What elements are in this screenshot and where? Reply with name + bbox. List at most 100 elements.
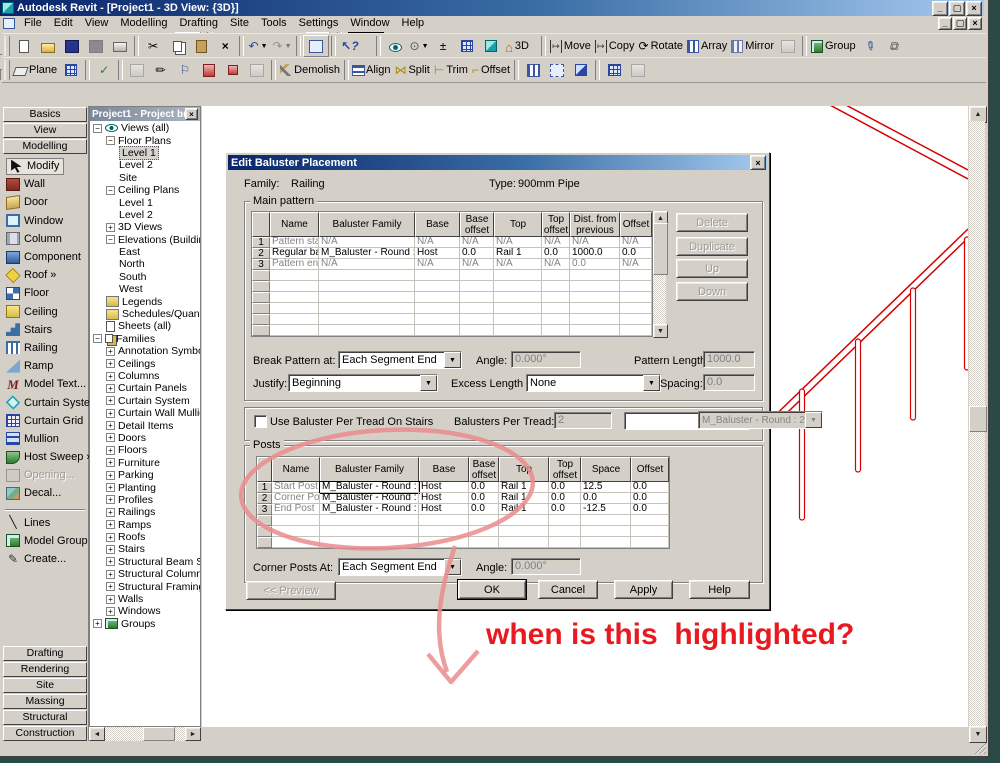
menu-item-tools[interactable]: Tools [255,16,293,30]
rotate-button[interactable]: ⟳ Rotate [637,36,685,56]
document-icon[interactable] [3,17,15,29]
table-cell[interactable]: Host [415,248,460,259]
table-scroll-thumb[interactable] [653,223,668,275]
menu-item-file[interactable]: File [18,16,48,30]
table-cell[interactable]: 0.0 [631,504,669,515]
unjoin-geometry-button[interactable] [545,60,569,80]
worksets-button[interactable] [303,35,329,57]
expand-icon[interactable]: + [106,445,115,455]
table-cell[interactable]: M_Baluster - Round : [320,493,419,504]
match-button[interactable]: ✎ [149,60,173,80]
table-cell[interactable]: N/A [460,237,494,248]
expand-icon[interactable]: + [106,421,115,431]
table-row[interactable]: 1 Start Post M_Baluster - Round : Host 0.0 Ra… [257,481,669,494]
use-baluster-per-tread-checkbox[interactable] [254,415,267,428]
edit-cutback-button[interactable] [602,60,626,80]
designbar-tab-modelling[interactable]: Modelling [3,139,87,154]
duplicate-row-button[interactable]: Duplicate [676,237,748,256]
main-pattern-table[interactable]: Name Baluster Family Base Base offset Top Top… [251,211,653,337]
balusters-per-tread-field[interactable]: 2 [554,412,612,429]
table-row[interactable]: 3 Pattern end N/A N/A N/A N/A N/A 0.0 N/A [252,259,652,270]
corner-posts-combo[interactable]: Each Segment End ▼ [338,558,462,576]
table-cell[interactable]: 0.0 [549,504,581,515]
dialog-close-icon[interactable]: × [750,155,766,170]
tree-item-structural-beam-sys[interactable]: +Structural Beam Sys [90,556,200,568]
tree-item-detail-items[interactable]: + Detail Items [90,419,200,432]
expand-icon[interactable]: + [106,433,115,443]
package-button[interactable] [221,60,245,80]
menu-item-modelling[interactable]: Modelling [114,16,173,30]
table-cell[interactable]: N/A [620,259,652,270]
table-cell[interactable]: 0.0 [469,493,499,504]
view-vscrollbar[interactable]: ▲ ▼ [969,106,987,743]
grid-button[interactable] [59,60,83,80]
zoom-dropdown-icon[interactable]: ▼ [422,43,429,50]
array-button[interactable]: Array [685,36,729,56]
table-cell[interactable]: -12.5 [581,504,631,515]
cancel-button[interactable]: Cancel [538,580,598,599]
spelling-button[interactable]: ✓ [92,60,116,80]
expand-icon[interactable]: + [106,222,115,232]
tree-item-windows[interactable]: + Windows [90,605,200,617]
table-cell[interactable]: M_Baluster - Round : [320,504,419,515]
table-cell[interactable]: Regular bal [270,248,319,259]
table-cell[interactable]: Rail 1 [499,504,549,515]
join-geometry-button[interactable] [521,60,545,80]
open-button[interactable] [36,36,60,56]
demolish-button[interactable]: Demolish [278,60,342,80]
copy-button[interactable]: ↦ Copy [593,36,637,56]
designbar-item-lines[interactable]: ╲ Lines [2,514,88,532]
expand-icon[interactable]: + [106,383,115,393]
split-button[interactable]: ⋈ Split [392,60,431,80]
expand-icon[interactable]: + [106,569,115,579]
tree-item-railings[interactable]: + Railings [90,506,200,518]
tread-baluster-family-combo[interactable]: M_Baluster - Round : 25 ▼ [698,411,823,429]
table-cell[interactable]: N/A [542,237,570,248]
dialog-titlebar[interactable]: Edit Baluster Placement × [228,155,767,170]
visibility-button[interactable] [455,36,479,56]
browser-close-icon[interactable]: × [185,108,198,120]
thin-lines-button[interactable]: ± [431,36,455,56]
table-cell[interactable]: 0.0 [631,482,669,493]
collapse-icon[interactable]: − [93,123,102,133]
designbar-item-ceiling[interactable]: Ceiling [2,303,88,321]
table-cell[interactable]: Rail 1 [494,248,542,259]
new-button[interactable] [12,36,36,56]
menu-item-view[interactable]: View [79,16,115,30]
tree-item-furniture[interactable]: + Furniture [90,457,200,469]
designbar-item-model-group[interactable]: Model Group [2,532,88,550]
designbar-item-column[interactable]: Column [2,230,88,248]
align-button[interactable]: Align [351,60,392,80]
tree-item-ceilings[interactable]: + Ceilings [90,357,200,370]
expand-icon[interactable]: + [106,520,115,530]
designbar-item-model-text[interactable]: M Model Text... [2,375,88,393]
extra-tool-button[interactable] [245,60,269,80]
table-cell[interactable]: Rail 1 [499,482,549,493]
table-row[interactable]: 2Corner PostM_Baluster - Round :Host0.0R… [257,493,669,504]
menu-item-drafting[interactable]: Drafting [173,16,224,30]
tree-item-elevations-building[interactable]: −Elevations (Building [90,234,200,246]
project-browser-titlebar[interactable]: Project1 - Project br... × [90,107,200,121]
expand-icon[interactable]: + [106,606,115,616]
child-restore-button[interactable]: ▢ [953,16,967,30]
table-cell[interactable]: N/A [460,259,494,270]
expand-icon[interactable]: + [106,483,115,493]
table-scroll-down-icon[interactable]: ▼ [653,324,668,338]
designbar-item-mullion[interactable]: Mullion [2,430,88,448]
table-cell[interactable]: 0.0 [581,493,631,504]
designbar-item-modify[interactable]: Modify [2,157,88,175]
tree-item-floors[interactable]: + Floors [90,444,200,456]
collapse-icon[interactable]: − [106,185,115,195]
offset-button[interactable]: ⌐ Offset [470,60,512,80]
table-cell[interactable]: Host [419,493,469,504]
table-cell[interactable]: 0.0 [469,504,499,515]
resize-grip[interactable] [974,743,986,754]
delete-button[interactable]: × [213,36,237,56]
table-cell[interactable]: 0.0 [469,482,499,493]
table-cell[interactable]: Corner Post [272,493,320,504]
table-cell[interactable]: 0.0 [549,493,581,504]
table-cell[interactable]: 12.5 [581,482,631,493]
menu-item-help[interactable]: Help [396,16,431,30]
table-cell[interactable]: M_Baluster - Round : [319,481,420,494]
table-cell[interactable]: N/A [542,259,570,270]
